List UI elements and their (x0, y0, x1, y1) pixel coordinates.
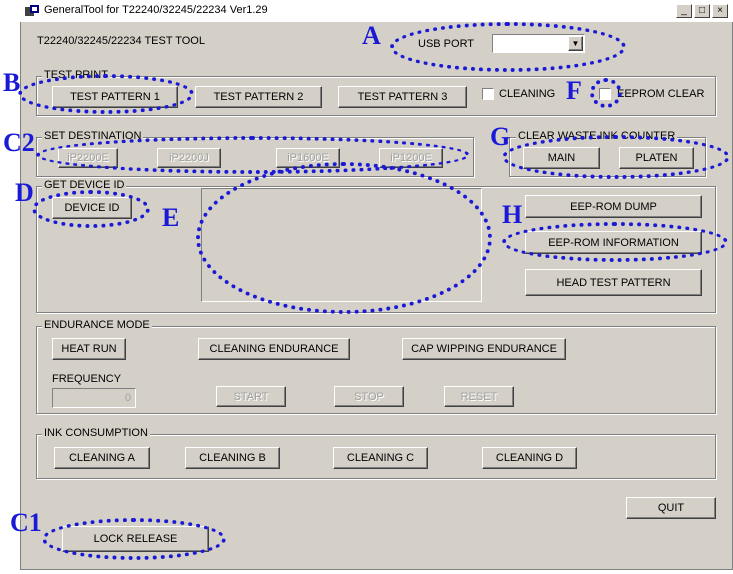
annotation-label-e: E (162, 203, 180, 232)
cleaning-a-button[interactable]: CLEANING A (54, 447, 150, 469)
annotation-label-c2: C2 (3, 128, 35, 157)
annotation-oval-d (32, 190, 150, 228)
annotation-label-d: D (15, 178, 34, 207)
annotation-label-b: B (3, 68, 21, 97)
cap-wipping-endurance-button[interactable]: CAP WIPPING ENDURANCE (402, 338, 566, 360)
annotation-label-a: A (362, 21, 381, 50)
annotation-oval-b (18, 74, 194, 114)
frequency-label: FREQUENCY (52, 373, 122, 385)
annotation-oval-g (502, 135, 730, 179)
tool-title: T22240/32245/22234 TEST TOOL (37, 35, 205, 47)
cleaning-checkbox[interactable] (482, 88, 494, 100)
annotation-oval-c1 (42, 518, 226, 560)
annotation-oval-a (390, 22, 626, 72)
reset-button[interactable]: RESET (444, 386, 514, 407)
endurance-mode-legend: ENDURANCE MODE (42, 319, 152, 331)
head-test-pattern-button[interactable]: HEAD TEST PATTERN (525, 269, 702, 296)
ink-consumption-legend: INK CONSUMPTION (42, 427, 150, 439)
annotation-label-f: F (566, 76, 582, 105)
start-button[interactable]: START (216, 386, 286, 407)
test-pattern-2-button[interactable]: TEST PATTERN 2 (195, 86, 322, 108)
annotation-label-c1: C1 (10, 508, 42, 537)
test-pattern-3-button[interactable]: TEST PATTERN 3 (338, 86, 467, 108)
cleaning-b-button[interactable]: CLEANING B (185, 447, 280, 469)
frequency-field[interactable]: 0 (52, 388, 136, 408)
close-button[interactable]: × (712, 4, 728, 18)
eep-rom-dump-button[interactable]: EEP-ROM DUMP (525, 195, 702, 218)
annotation-oval-h (502, 222, 728, 262)
cleaning-endurance-button[interactable]: CLEANING ENDURANCE (198, 338, 350, 360)
cleaning-d-button[interactable]: CLEANING D (482, 447, 577, 469)
annotation-label-g: G (490, 122, 511, 151)
window-title: GeneralTool for T22240/32245/22234 Ver1.… (44, 4, 268, 16)
maximize-button[interactable]: □ (694, 4, 710, 18)
cleaning-label: CLEANING (499, 88, 556, 100)
app-icon (25, 5, 39, 16)
stop-button[interactable]: STOP (334, 386, 404, 407)
heat-run-button[interactable]: HEAT RUN (52, 338, 126, 360)
annotation-oval-f (590, 78, 622, 108)
annotation-oval-e (196, 162, 492, 314)
quit-button[interactable]: QUIT (626, 497, 716, 519)
eeprom-clear-label: EEPROM CLEAR (617, 88, 705, 100)
cleaning-c-button[interactable]: CLEANING C (333, 447, 428, 469)
annotation-label-h: H (502, 200, 523, 229)
minimize-button[interactable]: _ (676, 4, 692, 18)
